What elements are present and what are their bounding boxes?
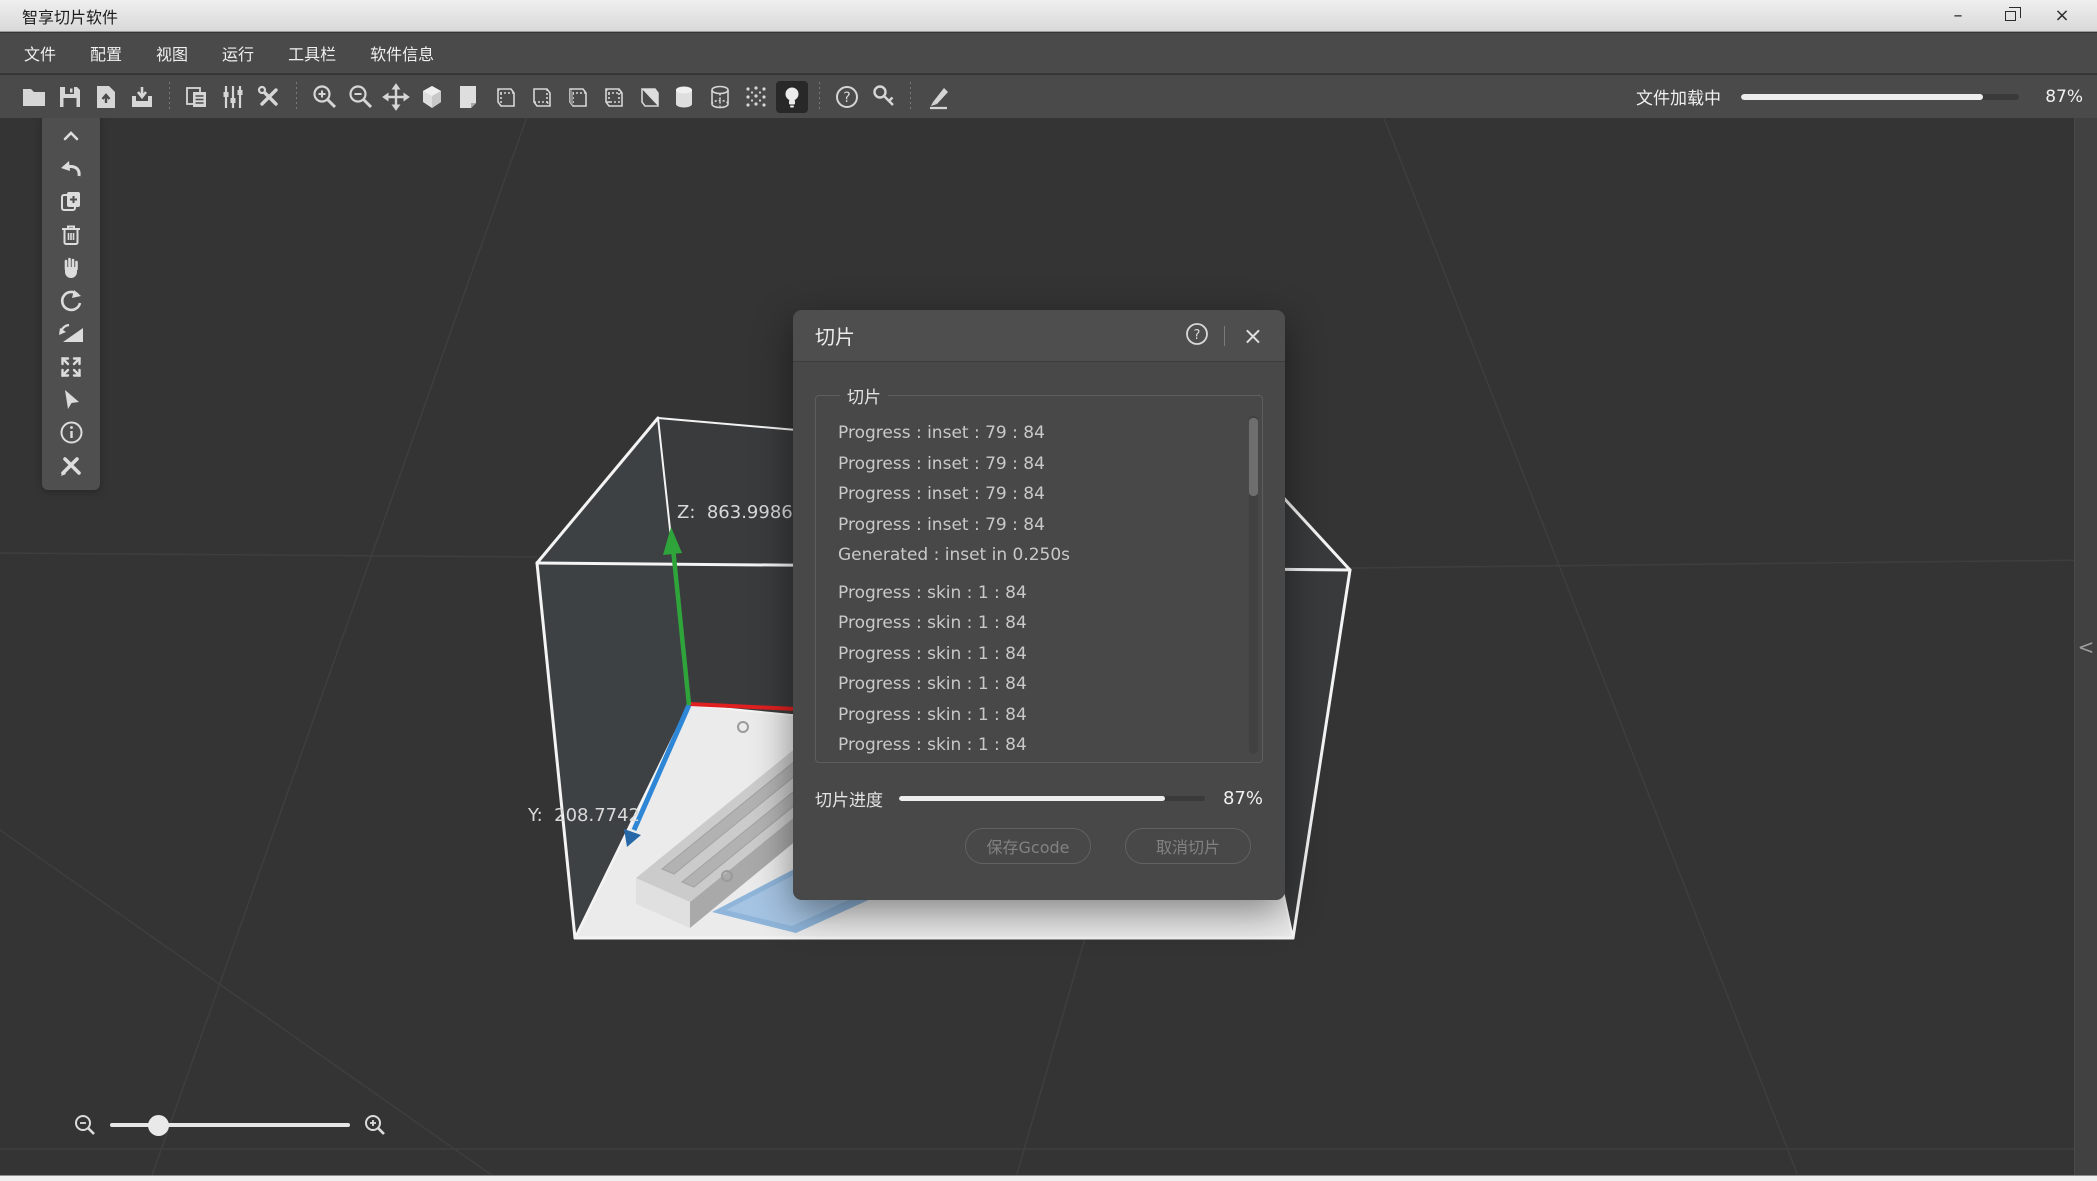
toolbar-separator [910, 82, 911, 112]
fit-view-icon[interactable] [56, 352, 86, 382]
left-toolbox [42, 114, 100, 490]
view-transparent-icon[interactable] [596, 81, 628, 113]
import-model-icon[interactable] [90, 81, 122, 113]
slice-progress-percent: 87% [1223, 788, 1263, 809]
log-line: Progress : inset : 79 : 84 [838, 479, 1236, 510]
save-file-icon[interactable] [54, 81, 86, 113]
menu-view[interactable]: 视图 [154, 37, 190, 69]
tools-icon[interactable] [253, 81, 285, 113]
file-loading-progress-bar [1741, 94, 2019, 100]
y-axis-value-label: Y: 208.7742 [528, 805, 640, 826]
svg-text:?: ? [1193, 328, 1200, 343]
minimize-icon[interactable]: – [1945, 5, 1971, 27]
slice-progress-fill [899, 796, 1165, 801]
close-icon[interactable]: × [2049, 5, 2075, 27]
log-scrollbar-thumb[interactable] [1249, 418, 1258, 496]
svg-text:?: ? [843, 90, 850, 106]
select-cursor-icon[interactable] [56, 385, 86, 415]
pan-hand-icon[interactable] [56, 253, 86, 283]
key-icon[interactable] [867, 81, 899, 113]
file-loading-label: 文件加载中 [1636, 84, 1721, 109]
log-line: Generated : inset in 0.250s [838, 540, 1236, 571]
save-gcode-button[interactable]: 保存Gcode [965, 828, 1091, 864]
toolbar-separator [169, 82, 170, 112]
log-line: Progress : inset : 79 : 84 [838, 449, 1236, 480]
collapse-up-icon[interactable] [56, 121, 86, 151]
viewport-zoom-control [72, 1112, 388, 1138]
window-title: 智享切片软件 [22, 4, 118, 28]
titlebar: 智享切片软件 – × [0, 0, 2097, 32]
window-bottom-border [0, 1175, 2097, 1181]
slice-dialog-header[interactable]: 切片 ? × [793, 310, 1285, 362]
dialog-close-icon[interactable]: × [1239, 324, 1267, 348]
slice-dialog: 切片 ? × 切片 Progress : inset : 79 : 84 Pro… [793, 310, 1285, 900]
view-surface-icon[interactable] [452, 81, 484, 113]
light-toggle-icon[interactable] [776, 81, 808, 113]
slice-log-group-title: 切片 [840, 383, 888, 408]
view-hidden-line-icon[interactable] [524, 81, 556, 113]
zoom-slider-track[interactable] [110, 1123, 350, 1127]
open-file-icon[interactable] [18, 81, 50, 113]
view-xray-icon[interactable] [560, 81, 592, 113]
menu-toolbar[interactable]: 工具栏 [286, 37, 338, 69]
log-line: Progress : skin : 1 : 84 [838, 578, 1236, 609]
zoom-slider-thumb[interactable] [148, 1115, 169, 1136]
file-loading-progress-fill [1741, 94, 1983, 100]
move-view-icon[interactable] [380, 81, 412, 113]
log-line: Progress : skin : 1 : 84 [838, 700, 1236, 731]
toolbar-separator [819, 82, 820, 112]
model-info-icon[interactable] [56, 418, 86, 448]
menubar: 文件 配置 视图 运行 工具栏 软件信息 [0, 33, 2097, 74]
dialog-help-icon[interactable]: ? [1184, 321, 1210, 351]
restore-icon[interactable] [1997, 5, 2023, 27]
menu-config[interactable]: 配置 [88, 37, 124, 69]
slice-progress-label: 切片进度 [815, 786, 883, 811]
rotate-model-icon[interactable] [56, 286, 86, 316]
zoom-slider[interactable] [110, 1112, 350, 1138]
view-solid-icon[interactable] [416, 81, 448, 113]
view-wireframe-icon[interactable] [488, 81, 520, 113]
zoom-out-slider-icon[interactable] [72, 1112, 98, 1138]
cancel-slice-button[interactable]: 取消切片 [1125, 828, 1251, 864]
expand-panel-icon[interactable]: < [2078, 637, 2095, 657]
menu-about[interactable]: 软件信息 [368, 37, 436, 69]
menu-run[interactable]: 运行 [220, 37, 256, 69]
undo-icon[interactable] [56, 154, 86, 184]
log-line: Progress : skin : 1 : 84 [838, 730, 1236, 760]
log-line: Progress : skin : 1 : 84 [838, 669, 1236, 700]
export-model-icon[interactable] [126, 81, 158, 113]
view-cylinder-icon[interactable] [668, 81, 700, 113]
log-line: Progress : skin : 1 : 84 [838, 608, 1236, 639]
file-loading-percent: 87% [2037, 87, 2083, 107]
slice-dialog-title: 切片 [815, 321, 855, 350]
view-section-icon[interactable] [632, 81, 664, 113]
view-points-icon[interactable] [740, 81, 772, 113]
delete-trash-icon[interactable] [56, 220, 86, 250]
printer-profiles-icon[interactable] [181, 81, 213, 113]
right-panel-strip: < [2074, 118, 2097, 1175]
duplicate-model-icon[interactable] [56, 187, 86, 217]
slice-progress-bar [899, 796, 1205, 801]
log-scrollbar[interactable] [1249, 416, 1258, 754]
log-line: Progress : skin : 1 : 84 [838, 639, 1236, 670]
parameter-sliders-icon[interactable] [217, 81, 249, 113]
slice-log-group: 切片 Progress : inset : 79 : 84 Progress :… [815, 383, 1263, 763]
edit-tools-icon[interactable] [56, 451, 86, 481]
menu-file[interactable]: 文件 [22, 37, 58, 69]
z-axis-value-label: Z: 863.9986 [677, 502, 793, 523]
zoom-out-icon[interactable] [344, 81, 376, 113]
toolbar: ? 文件加载中 87% [0, 75, 2097, 118]
log-line: Progress : inset : 79 : 84 [838, 510, 1236, 541]
slice-log[interactable]: Progress : inset : 79 : 84 Progress : in… [838, 418, 1236, 760]
toolbar-separator [296, 82, 297, 112]
view-cylinder-wire-icon[interactable] [704, 81, 736, 113]
mirror-model-icon[interactable] [56, 319, 86, 349]
zoom-in-icon[interactable] [308, 81, 340, 113]
dialog-header-divider [1224, 326, 1225, 346]
annotate-pen-icon[interactable] [922, 81, 954, 113]
log-line: Progress : inset : 79 : 84 [838, 418, 1236, 449]
help-icon[interactable]: ? [831, 81, 863, 113]
zoom-in-slider-icon[interactable] [362, 1112, 388, 1138]
